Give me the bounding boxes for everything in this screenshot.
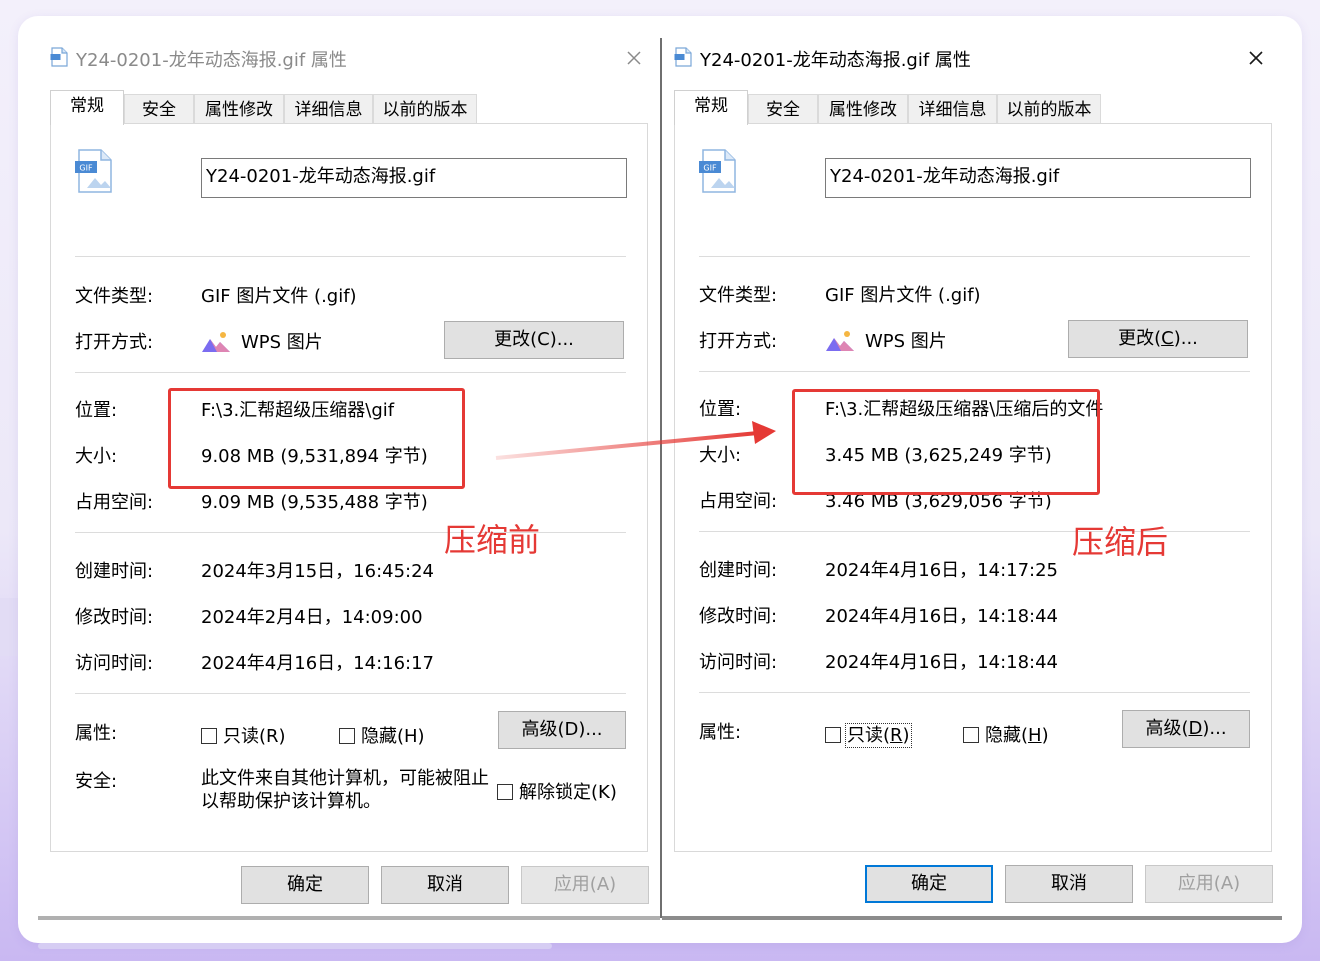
created-value: 2024年4月16日，14:17:25 [825, 560, 1059, 581]
tab-previous-versions[interactable]: 以前的版本 [373, 94, 477, 124]
file-type-value: GIF 图片文件 (.gif) [825, 285, 981, 306]
divider [699, 371, 1250, 372]
hidden-label: 隐藏(H) [361, 726, 425, 747]
svg-text:GIF: GIF [79, 164, 93, 173]
window-edge [38, 916, 660, 920]
apply-button[interactable]: 应用(A) [521, 866, 649, 904]
hidden-checkbox[interactable]: 隐藏(H) [339, 722, 425, 748]
readonly-label: 只读(R) [845, 723, 912, 748]
file-type-value: GIF 图片文件 (.gif) [201, 286, 357, 307]
tab-security[interactable]: 安全 [124, 94, 194, 124]
created-label: 创建时间: [699, 560, 778, 581]
location-label: 位置: [75, 400, 118, 421]
size-label: 大小: [75, 446, 118, 467]
svg-text:GIF: GIF [703, 164, 717, 173]
highlight-box-before [168, 388, 465, 489]
apply-button[interactable]: 应用(A) [1145, 865, 1273, 903]
card-scrollbar [38, 943, 552, 949]
accessed-label: 访问时间: [699, 652, 778, 673]
window-edge [662, 916, 1282, 920]
size-on-disk-value: 9.09 MB (9,535,488 字节) [201, 492, 428, 513]
tab-security[interactable]: 安全 [748, 94, 818, 124]
title-bar: Y24-0201-龙年动态海报.gif 属性 [662, 38, 1282, 78]
attributes-label: 属性: [75, 723, 118, 744]
gif-file-icon: GIF [699, 149, 736, 193]
checkbox-box[interactable] [825, 727, 841, 743]
gif-file-icon [50, 47, 68, 67]
readonly-label: 只读(R) [223, 726, 286, 747]
change-button[interactable]: 更改(C)... [444, 321, 624, 359]
advanced-button[interactable]: 高级(D)... [1122, 710, 1250, 748]
divider [75, 532, 626, 533]
filename-field[interactable]: Y24-0201-龙年动态海报.gif [825, 158, 1251, 198]
window-title: Y24-0201-龙年动态海报.gif 属性 [700, 50, 971, 71]
checkbox-box[interactable] [339, 728, 355, 744]
title-bar: Y24-0201-龙年动态海报.gif 属性 [38, 38, 660, 78]
unblock-checkbox[interactable]: 解除锁定(K) [497, 778, 617, 804]
divider [75, 693, 626, 694]
checkbox-box[interactable] [497, 784, 513, 800]
ok-button[interactable]: 确定 [865, 865, 993, 903]
wps-picture-icon [202, 332, 230, 352]
close-icon[interactable] [620, 44, 648, 72]
divider [699, 256, 1250, 257]
security-message: 此文件来自其他计算机，可能被阻止以帮助保护该计算机。 [201, 768, 489, 812]
modified-label: 修改时间: [75, 607, 154, 628]
readonly-checkbox[interactable]: 只读(R) [825, 721, 912, 748]
tab-general[interactable]: 常规 [50, 90, 124, 125]
tab-details[interactable]: 详细信息 [284, 94, 373, 124]
size-on-disk-label: 占用空间: [75, 492, 154, 513]
divider [699, 692, 1250, 693]
gif-file-icon [674, 47, 692, 67]
size-label: 大小: [699, 445, 742, 466]
readonly-checkbox[interactable]: 只读(R) [201, 722, 286, 748]
checkbox-box[interactable] [963, 727, 979, 743]
annotation-after: 压缩后 [1072, 523, 1169, 561]
open-with-value: WPS 图片 [241, 332, 323, 353]
gif-file-icon: GIF [75, 149, 112, 193]
open-with-label: 打开方式: [699, 331, 778, 352]
background-stripe [0, 598, 20, 656]
open-with-value: WPS 图片 [865, 331, 947, 352]
tab-details[interactable]: 详细信息 [908, 94, 997, 124]
file-type-label: 文件类型: [75, 286, 154, 307]
created-value: 2024年3月15日，16:45:24 [201, 561, 435, 582]
tab-previous-versions[interactable]: 以前的版本 [997, 94, 1101, 124]
close-icon[interactable] [1242, 44, 1270, 72]
advanced-button[interactable]: 高级(D)... [498, 711, 626, 749]
wps-picture-icon [826, 331, 854, 351]
cancel-button[interactable]: 取消 [381, 866, 509, 904]
location-label: 位置: [699, 399, 742, 420]
divider [75, 372, 626, 373]
modified-value: 2024年4月16日，14:18:44 [825, 606, 1059, 627]
annotation-before: 压缩前 [444, 521, 541, 559]
modified-value: 2024年2月4日，14:09:00 [201, 607, 423, 628]
modified-label: 修改时间: [699, 606, 778, 627]
change-button[interactable]: 更改(C)... [1068, 320, 1248, 358]
open-with-label: 打开方式: [75, 332, 154, 353]
security-label: 安全: [75, 771, 118, 792]
created-label: 创建时间: [75, 561, 154, 582]
highlight-box-after [792, 389, 1100, 495]
cancel-button[interactable]: 取消 [1005, 865, 1133, 903]
hidden-checkbox[interactable]: 隐藏(H) [963, 721, 1049, 747]
attributes-label: 属性: [699, 722, 742, 743]
tab-attribute-edit[interactable]: 属性修改 [194, 94, 284, 124]
tab-attribute-edit[interactable]: 属性修改 [818, 94, 908, 124]
accessed-label: 访问时间: [75, 653, 154, 674]
hidden-label: 隐藏(H) [985, 725, 1049, 746]
tab-general[interactable]: 常规 [674, 90, 748, 125]
accessed-value: 2024年4月16日，14:18:44 [825, 652, 1059, 673]
ok-button[interactable]: 确定 [241, 866, 369, 904]
file-type-label: 文件类型: [699, 285, 778, 306]
checkbox-box[interactable] [201, 728, 217, 744]
window-title: Y24-0201-龙年动态海报.gif 属性 [76, 50, 347, 71]
filename-field[interactable]: Y24-0201-龙年动态海报.gif [201, 158, 627, 198]
unblock-label: 解除锁定(K) [519, 782, 617, 803]
divider [75, 256, 626, 257]
accessed-value: 2024年4月16日，14:16:17 [201, 653, 435, 674]
size-on-disk-label: 占用空间: [699, 491, 778, 512]
